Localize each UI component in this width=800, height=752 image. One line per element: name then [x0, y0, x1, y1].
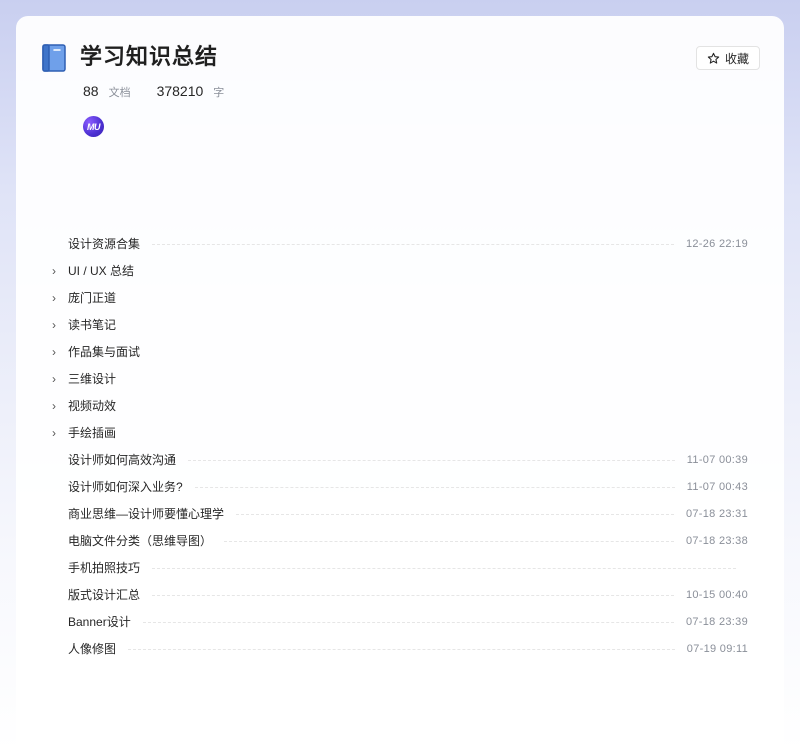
- chevron-right-icon[interactable]: ›: [48, 291, 68, 305]
- toc-leader-line: [152, 595, 674, 596]
- book-stats: 88 文档 378210 字: [83, 83, 250, 100]
- author-avatar[interactable]: MU: [83, 116, 104, 137]
- toc-item-title: 手机拍照技巧: [68, 561, 141, 575]
- chevron-right-icon[interactable]: ›: [48, 399, 68, 413]
- toc-item-title: 手绘插画: [68, 426, 117, 440]
- favorite-label: 收藏: [724, 51, 749, 66]
- toc-item-date: 07-18 23:38: [685, 534, 748, 547]
- toc-item[interactable]: › 手绘插画: [48, 419, 748, 446]
- toc-item-title: 商业思维—设计师要懂心理学: [68, 507, 225, 521]
- toc-item-title: 设计师如何高效沟通: [68, 453, 177, 467]
- toc-item[interactable]: ›商业思维—设计师要懂心理学07-18 23:31: [48, 500, 748, 527]
- toc-leader-line: [188, 460, 675, 461]
- toc-item[interactable]: ›版式设计汇总10-15 00:40: [48, 581, 748, 608]
- toc-leader-line: [152, 244, 674, 245]
- toc-leader-line: [224, 541, 674, 542]
- toc-item-date: 12-26 22:19: [685, 237, 748, 250]
- doc-count: 88: [83, 83, 99, 99]
- chevron-right-icon[interactable]: ›: [48, 372, 68, 386]
- toc-item-title: 设计资源合集: [68, 237, 141, 251]
- toc-item-date: 11-07 00:43: [686, 480, 748, 493]
- word-count: 378210: [156, 83, 204, 99]
- toc-item-date: 11-07 00:39: [686, 453, 748, 466]
- toc-item[interactable]: ›人像修图07-19 09:11: [48, 635, 748, 662]
- toc-item-date: 10-15 00:40: [685, 588, 748, 601]
- doc-unit: 文档: [108, 87, 131, 99]
- toc-item[interactable]: ›设计资源合集12-26 22:19: [48, 230, 748, 257]
- book-icon: [42, 44, 66, 72]
- toc-item-title: 作品集与面试: [68, 345, 141, 359]
- toc-item[interactable]: ›手机拍照技巧: [48, 554, 748, 581]
- book-title: 学习知识总结: [80, 44, 219, 69]
- toc-item-date: 07-19 09:11: [686, 642, 748, 655]
- toc-item[interactable]: › UI / UX 总结: [48, 257, 748, 284]
- chevron-right-icon[interactable]: ›: [48, 318, 68, 332]
- toc-item-title: 视频动效: [68, 399, 117, 413]
- toc-item-title: 人像修图: [68, 642, 117, 656]
- toc-item[interactable]: › 视频动效: [48, 392, 748, 419]
- toc-item[interactable]: › 三维设计: [48, 365, 748, 392]
- toc-item-title: 设计师如何深入业务?: [68, 480, 183, 494]
- table-of-contents: ›设计资源合集12-26 22:19›UI / UX 总结›庞门正道›读书笔记›…: [48, 230, 748, 662]
- word-unit: 字: [213, 87, 225, 99]
- toc-item-date: 07-18 23:31: [685, 507, 748, 520]
- chevron-right-icon[interactable]: ›: [48, 264, 68, 278]
- toc-item-title: 三维设计: [68, 372, 117, 386]
- toc-leader-line: [128, 649, 675, 650]
- toc-item-title: 电脑文件分类（思维导图）: [68, 534, 213, 548]
- toc-item-title: UI / UX 总结: [68, 264, 135, 278]
- toc-item-title: 版式设计汇总: [68, 588, 141, 602]
- toc-item-title: Banner设计: [68, 615, 131, 629]
- toc-leader-line: [142, 622, 674, 623]
- toc-item[interactable]: › 庞门正道: [48, 284, 748, 311]
- toc-item[interactable]: ›电脑文件分类（思维导图）07-18 23:38: [48, 527, 748, 554]
- toc-leader-line: [194, 487, 675, 488]
- toc-item[interactable]: ›设计师如何深入业务?11-07 00:43: [48, 473, 748, 500]
- toc-item-date: 07-18 23:39: [685, 615, 748, 628]
- toc-item[interactable]: ›Banner设计07-18 23:39: [48, 608, 748, 635]
- star-icon: [707, 52, 720, 64]
- favorite-button[interactable]: 收藏: [695, 46, 760, 70]
- toc-item[interactable]: › 作品集与面试: [48, 338, 748, 365]
- book-card: 学习知识总结 收藏 88 文档 378210 字 MU ›设计资源合集12-26…: [16, 16, 784, 752]
- toc-item[interactable]: ›设计师如何高效沟通11-07 00:39: [48, 446, 748, 473]
- toc-item-title: 庞门正道: [68, 291, 117, 305]
- toc-leader-line: [236, 514, 674, 515]
- toc-item-title: 读书笔记: [68, 318, 117, 332]
- chevron-right-icon[interactable]: ›: [48, 426, 68, 440]
- toc-leader-line: [152, 568, 736, 569]
- toc-item[interactable]: › 读书笔记: [48, 311, 748, 338]
- chevron-right-icon[interactable]: ›: [48, 345, 68, 359]
